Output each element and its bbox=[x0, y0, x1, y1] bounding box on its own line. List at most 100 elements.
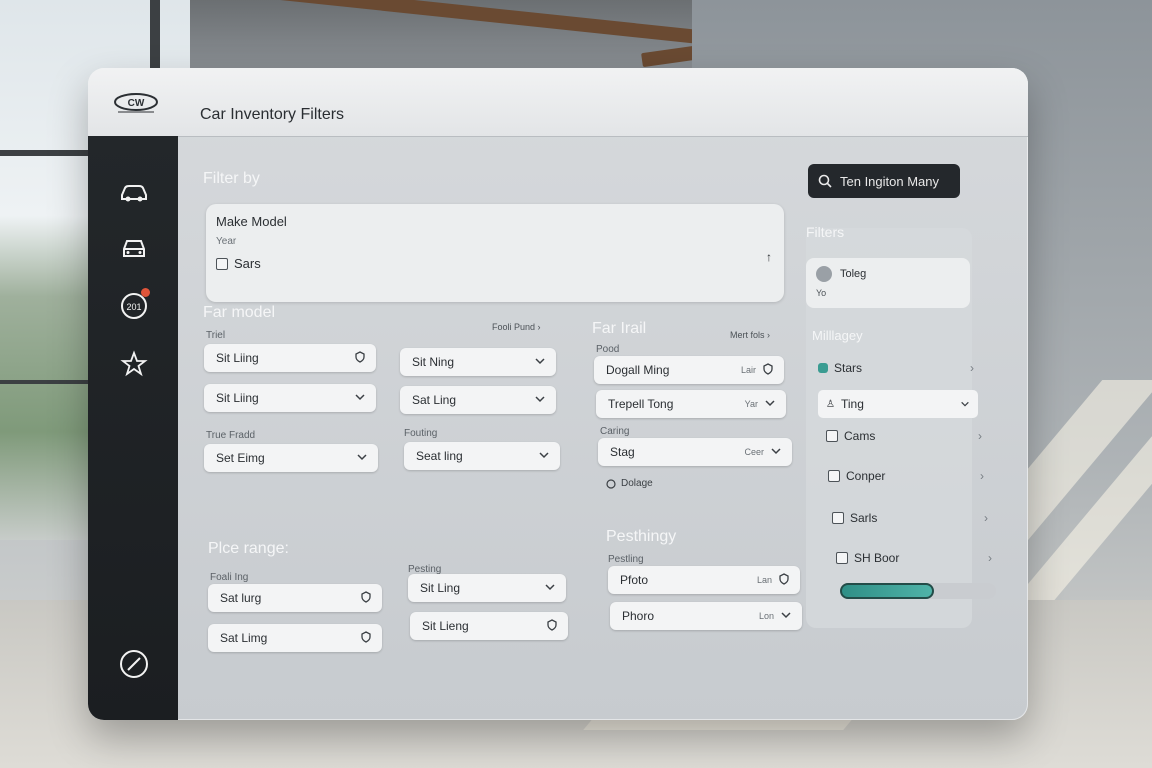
far-mail-link[interactable]: Mert fols › bbox=[730, 330, 770, 340]
right-item-sarls[interactable]: Sarls › bbox=[832, 504, 988, 532]
filter-progress-bar[interactable] bbox=[840, 583, 996, 599]
far-model-select-3[interactable]: Sit Ning bbox=[400, 348, 556, 376]
price-left-label: Foali Ing bbox=[210, 572, 249, 583]
sh-boor-checkbox[interactable] bbox=[836, 552, 848, 564]
milage-heading: Milllagey bbox=[812, 328, 863, 343]
fouting-select[interactable]: Seat ling bbox=[404, 442, 560, 470]
app-window: CW Car Inventory Filters 201 Ten Ingiton… bbox=[88, 68, 1028, 720]
far-mail-select-2[interactable]: Trepell Tong Yar bbox=[596, 390, 786, 418]
sidebar-item-speed[interactable]: 201 bbox=[116, 288, 152, 322]
shield-icon bbox=[361, 591, 371, 603]
title-bar: CW Car Inventory Filters bbox=[88, 68, 1028, 137]
price-select-2[interactable]: Sat Limg bbox=[208, 624, 382, 652]
far-model-select-1[interactable]: Sit Liing bbox=[204, 344, 376, 372]
avatar bbox=[816, 266, 832, 282]
far-mail-heading: Far Irail bbox=[592, 320, 647, 337]
toleg-sub: Yo bbox=[816, 288, 827, 298]
chevron-down-icon bbox=[765, 400, 775, 407]
search-icon bbox=[818, 174, 832, 188]
true-fraud-label: True Fradd bbox=[206, 430, 256, 441]
chevron-down-icon bbox=[355, 394, 365, 401]
compass-icon bbox=[120, 650, 148, 678]
far-model-select-4[interactable]: Sat Ling bbox=[400, 386, 556, 414]
pestingy-heading: Pesthingy bbox=[606, 528, 677, 545]
circle-icon bbox=[606, 478, 616, 489]
sidebar: 201 bbox=[88, 136, 178, 720]
sars-label: Sars bbox=[234, 256, 261, 271]
notification-badge bbox=[141, 288, 150, 297]
far-model-link[interactable]: Fooli Pund › bbox=[492, 322, 541, 332]
right-item-ting[interactable]: ♙ Ting bbox=[818, 390, 978, 418]
app-logo: CW bbox=[110, 90, 162, 116]
toleg-card[interactable]: Toleg Yo bbox=[806, 258, 970, 308]
search-bar[interactable]: Ten Ingiton Many bbox=[808, 164, 960, 198]
trial-label: Triel bbox=[206, 330, 226, 341]
caring-select[interactable]: Stag Ceer bbox=[598, 438, 792, 466]
far-model-heading: Far model bbox=[203, 304, 276, 321]
chevron-down-icon bbox=[545, 584, 555, 591]
chevron-right-icon: › bbox=[988, 551, 992, 565]
search-text: Ten Ingiton Many bbox=[840, 173, 940, 189]
right-item-cams[interactable]: Cams › bbox=[826, 422, 982, 450]
car-icon bbox=[121, 185, 147, 202]
cams-checkbox[interactable] bbox=[826, 430, 838, 442]
price-select-1[interactable]: Sat lurg bbox=[208, 584, 382, 612]
chevron-down-icon bbox=[781, 612, 791, 619]
sidebar-item-cars[interactable] bbox=[116, 176, 152, 208]
sort-arrow-icon[interactable]: ↑ bbox=[766, 250, 772, 264]
chevron-right-icon: › bbox=[980, 469, 984, 483]
logo-icon: CW bbox=[114, 93, 158, 113]
dolage-row[interactable]: Dolage bbox=[606, 478, 653, 489]
chevron-down-icon bbox=[961, 401, 969, 407]
right-item-sh-boor[interactable]: SH Boor › bbox=[836, 544, 992, 572]
svg-text:CW: CW bbox=[128, 98, 145, 109]
sidebar-item-favorites[interactable] bbox=[116, 348, 152, 380]
chevron-down-icon bbox=[357, 454, 367, 461]
pestingy-select-2[interactable]: Phoro Lon bbox=[610, 602, 802, 630]
person-icon: ♙ bbox=[826, 398, 835, 410]
far-mail-select-1[interactable]: Dogall Ming Lair bbox=[594, 356, 784, 384]
price-range-heading: Plce range: bbox=[208, 540, 289, 557]
app-title: Car Inventory Filters bbox=[200, 106, 345, 123]
sidebar-item-navigate[interactable] bbox=[116, 648, 152, 680]
chevron-down-icon bbox=[771, 448, 781, 455]
caring-label: Caring bbox=[600, 426, 630, 437]
chevron-down-icon bbox=[539, 452, 549, 459]
shield-icon bbox=[779, 573, 789, 585]
toleg-label: Toleg bbox=[840, 268, 867, 280]
chevron-right-icon: › bbox=[984, 511, 988, 525]
chevron-right-icon: › bbox=[978, 429, 982, 443]
pestingy-select-1[interactable]: Pfoto Lan bbox=[608, 566, 800, 594]
chevron-right-icon: › bbox=[970, 361, 974, 375]
stars-checkbox-checked[interactable] bbox=[818, 363, 828, 373]
chevron-down-icon bbox=[535, 358, 545, 365]
svg-text:201: 201 bbox=[126, 302, 141, 312]
filter-by-heading: Filter by bbox=[203, 170, 260, 187]
price-select-4[interactable]: Sit Lieng bbox=[410, 612, 568, 640]
make-model-label: Make Model bbox=[216, 214, 287, 229]
sidebar-item-vehicles[interactable] bbox=[116, 232, 152, 264]
pestingy-label: Pestling bbox=[608, 554, 644, 565]
shield-icon bbox=[763, 363, 773, 375]
progress-fill bbox=[840, 583, 934, 599]
shield-icon bbox=[361, 631, 371, 643]
filters-heading: Filters bbox=[806, 224, 845, 240]
chevron-down-icon bbox=[535, 396, 545, 403]
sars-checkbox-row[interactable]: Sars bbox=[216, 256, 261, 271]
conper-checkbox[interactable] bbox=[828, 470, 840, 482]
right-item-conper[interactable]: Conper › bbox=[828, 462, 984, 490]
star-icon bbox=[120, 350, 148, 377]
pood-label: Pood bbox=[596, 344, 620, 355]
far-model-select-2[interactable]: Sit Liing bbox=[204, 384, 376, 412]
right-item-stars[interactable]: Stars › bbox=[818, 354, 974, 382]
car-front-icon bbox=[123, 240, 145, 257]
shield-icon bbox=[547, 619, 557, 631]
shield-icon bbox=[355, 351, 365, 363]
year-label: Year bbox=[216, 236, 237, 247]
price-select-3[interactable]: Sit Ling bbox=[408, 574, 566, 602]
fouting-label: Fouting bbox=[404, 428, 438, 439]
make-model-card: Make Model Year Sars ↑ bbox=[206, 204, 784, 302]
true-fraud-select[interactable]: Set Eimg bbox=[204, 444, 378, 472]
sars-checkbox[interactable] bbox=[216, 257, 228, 270]
sarls-checkbox[interactable] bbox=[832, 512, 844, 524]
